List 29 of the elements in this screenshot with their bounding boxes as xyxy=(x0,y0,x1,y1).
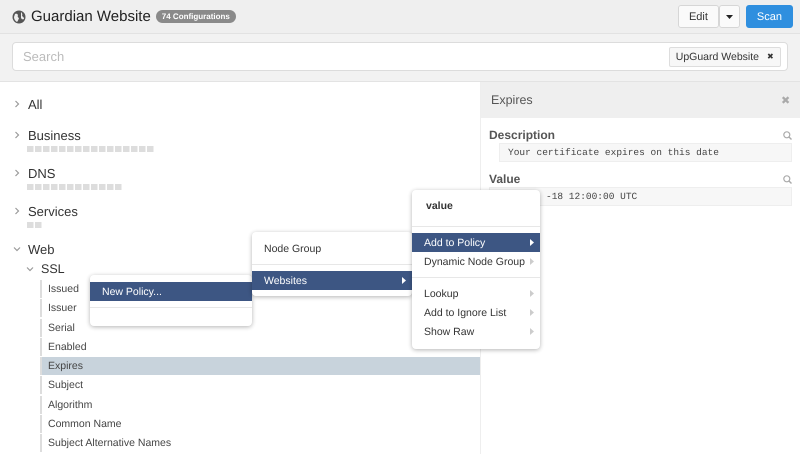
edit-button[interactable]: Edit xyxy=(678,5,719,28)
tree-item[interactable]: DNS xyxy=(28,166,56,180)
count-badge: 74 Configurations xyxy=(156,10,236,23)
search-input[interactable]: Search xyxy=(21,48,669,65)
page-title: Guardian Website xyxy=(31,8,151,25)
tree-item[interactable]: SSL xyxy=(41,262,65,276)
panel-title: Expires xyxy=(491,93,533,107)
caret-icon xyxy=(726,14,733,18)
tree-item[interactable]: Services xyxy=(28,204,78,218)
search-field[interactable]: Search UpGuard Website ✖ xyxy=(12,42,788,71)
menu-item[interactable]: Node Group xyxy=(252,239,412,258)
menu-item[interactable]: Websites xyxy=(252,271,412,290)
field-value: Your certificate expires on this date xyxy=(499,143,792,162)
menu-item[interactable]: Add to Policy xyxy=(412,233,540,252)
remove-button[interactable]: ✖ xyxy=(767,52,774,61)
menu-heading: value xyxy=(425,199,454,214)
tree-item[interactable]: All xyxy=(28,96,42,112)
menu-item[interactable]: Dynamic Node Group xyxy=(412,252,540,271)
field-label: Description xyxy=(489,128,556,142)
tree-item[interactable]: Expires xyxy=(40,357,480,376)
search-icon xyxy=(783,174,792,184)
tree-item[interactable]: Business xyxy=(28,128,81,142)
dropdown-button[interactable] xyxy=(718,5,740,28)
tag-label: UpGuard Website xyxy=(676,50,759,62)
globe-icon xyxy=(12,10,26,24)
tree-item[interactable]: Web xyxy=(28,242,54,256)
search-icon xyxy=(783,130,792,140)
field-label: Value xyxy=(489,172,520,186)
menu-item[interactable]: New Policy... xyxy=(90,282,252,301)
